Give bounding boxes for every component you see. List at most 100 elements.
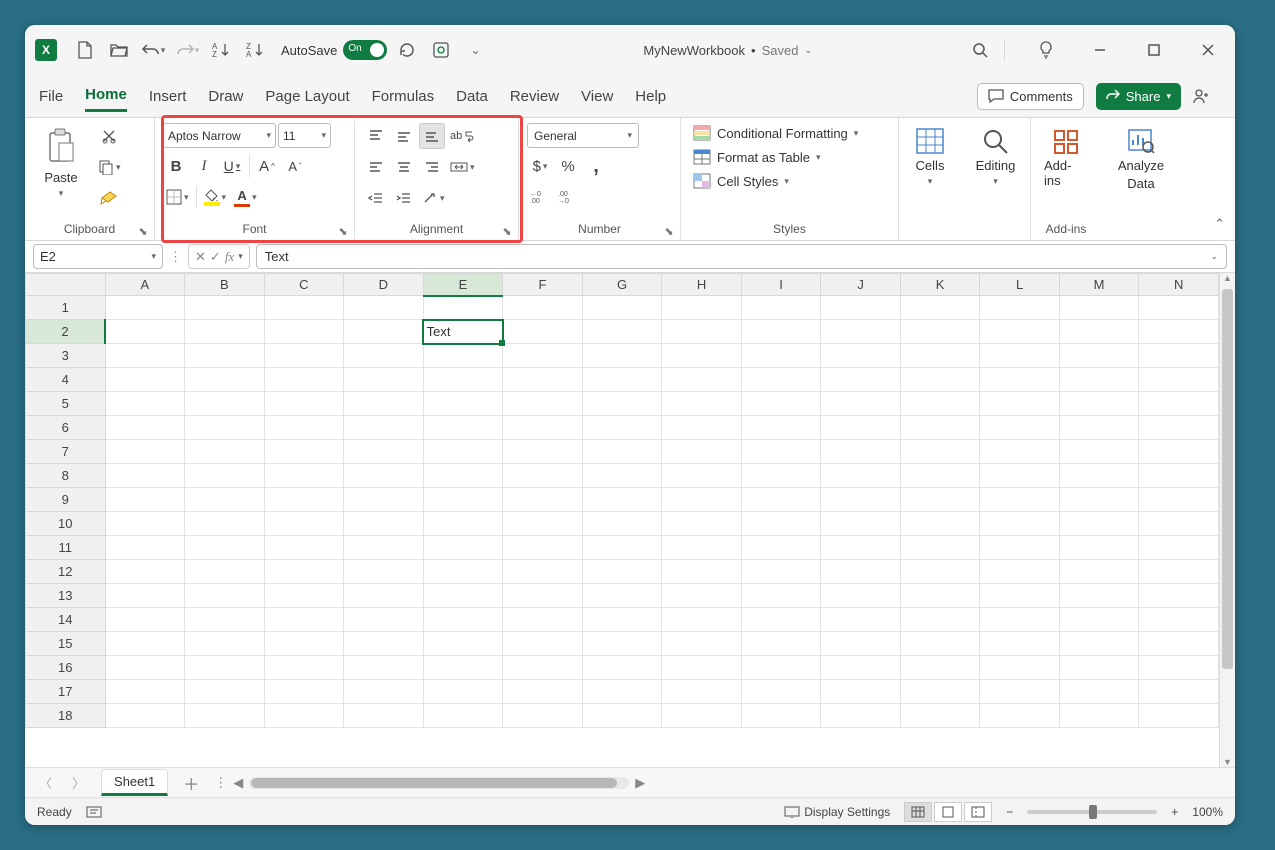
cell[interactable]: [662, 584, 742, 608]
cell[interactable]: [1059, 656, 1139, 680]
copy-icon[interactable]: ▾: [95, 154, 124, 180]
cell[interactable]: [741, 344, 821, 368]
cell[interactable]: [503, 440, 583, 464]
cell[interactable]: [503, 416, 583, 440]
cell[interactable]: [900, 704, 980, 728]
cell[interactable]: [344, 296, 424, 320]
cell[interactable]: [264, 704, 344, 728]
sort-desc-icon[interactable]: ZA: [241, 36, 269, 64]
zoom-out-icon[interactable]: −: [1006, 805, 1013, 819]
cell[interactable]: [821, 488, 901, 512]
cell[interactable]: [1139, 368, 1219, 392]
cell[interactable]: [185, 536, 265, 560]
add-sheet-icon[interactable]: ＋: [180, 772, 202, 794]
accept-formula-icon[interactable]: ✓: [210, 249, 221, 265]
cell[interactable]: [821, 392, 901, 416]
cell[interactable]: [105, 680, 185, 704]
zoom-level[interactable]: 100%: [1192, 805, 1223, 819]
align-middle-icon[interactable]: [391, 123, 417, 149]
italic-button[interactable]: I: [191, 153, 217, 179]
cell[interactable]: [1139, 488, 1219, 512]
cell[interactable]: [185, 512, 265, 536]
cell[interactable]: [1139, 440, 1219, 464]
cell[interactable]: [741, 608, 821, 632]
cell[interactable]: [264, 440, 344, 464]
cell[interactable]: [264, 344, 344, 368]
sheet-nav-next-icon[interactable]: 〉: [68, 771, 89, 794]
tab-formulas[interactable]: Formulas: [372, 82, 435, 111]
cell[interactable]: [344, 344, 424, 368]
font-size-select[interactable]: 11▾: [278, 123, 331, 148]
cell[interactable]: [1059, 608, 1139, 632]
cell[interactable]: [423, 296, 503, 320]
cell[interactable]: [1059, 464, 1139, 488]
cell[interactable]: [185, 560, 265, 584]
cell[interactable]: [582, 656, 662, 680]
refresh-icon[interactable]: [393, 36, 421, 64]
cell[interactable]: [503, 344, 583, 368]
cell[interactable]: [423, 440, 503, 464]
tab-help[interactable]: Help: [635, 82, 666, 111]
share-button[interactable]: Share ▾: [1096, 83, 1181, 110]
cell[interactable]: [264, 464, 344, 488]
title-dropdown-icon[interactable]: ⌄: [804, 45, 812, 56]
cell[interactable]: [1139, 416, 1219, 440]
cell[interactable]: [662, 368, 742, 392]
tab-file[interactable]: File: [39, 82, 63, 111]
clipboard-launcher-icon[interactable]: ⬊: [136, 224, 150, 238]
cell[interactable]: [821, 344, 901, 368]
cell[interactable]: [1139, 344, 1219, 368]
cell[interactable]: [1139, 464, 1219, 488]
cell[interactable]: [900, 584, 980, 608]
cell[interactable]: [900, 320, 980, 344]
cell[interactable]: [582, 680, 662, 704]
cell[interactable]: [662, 656, 742, 680]
cell[interactable]: [105, 608, 185, 632]
cell[interactable]: [821, 680, 901, 704]
cell[interactable]: [582, 512, 662, 536]
cell[interactable]: [900, 416, 980, 440]
cell[interactable]: [503, 488, 583, 512]
cell[interactable]: [741, 440, 821, 464]
cell[interactable]: [344, 584, 424, 608]
cell[interactable]: [980, 416, 1060, 440]
cell[interactable]: [980, 656, 1060, 680]
cell[interactable]: [1059, 704, 1139, 728]
cell[interactable]: [344, 416, 424, 440]
cell[interactable]: [185, 704, 265, 728]
spreadsheet-grid[interactable]: ABCDEFGHIJKLMN 12Text3456789101112131415…: [25, 273, 1219, 728]
cell[interactable]: [1059, 680, 1139, 704]
cell[interactable]: [1139, 512, 1219, 536]
cell[interactable]: [105, 536, 185, 560]
row-header[interactable]: 15: [26, 632, 106, 656]
font-color-icon[interactable]: A▾: [231, 184, 260, 210]
cell[interactable]: [1059, 560, 1139, 584]
cell[interactable]: [741, 680, 821, 704]
cell[interactable]: [105, 704, 185, 728]
orientation-icon[interactable]: ▾: [419, 185, 448, 211]
cell[interactable]: [423, 488, 503, 512]
column-header[interactable]: J: [821, 274, 901, 296]
increase-indent-icon[interactable]: [391, 185, 417, 211]
cell[interactable]: [185, 440, 265, 464]
align-right-icon[interactable]: [419, 154, 445, 180]
tab-page-layout[interactable]: Page Layout: [265, 82, 349, 111]
cell[interactable]: [185, 368, 265, 392]
cell[interactable]: [423, 560, 503, 584]
cell[interactable]: [1139, 656, 1219, 680]
cell[interactable]: [980, 368, 1060, 392]
cell[interactable]: [1139, 560, 1219, 584]
cell[interactable]: [185, 296, 265, 320]
cell[interactable]: [1059, 392, 1139, 416]
cell[interactable]: [344, 608, 424, 632]
cell[interactable]: [423, 536, 503, 560]
cell[interactable]: [264, 536, 344, 560]
cell[interactable]: [423, 680, 503, 704]
column-header[interactable]: M: [1059, 274, 1139, 296]
column-header[interactable]: L: [980, 274, 1060, 296]
bold-button[interactable]: B: [163, 153, 189, 179]
row-header[interactable]: 14: [26, 608, 106, 632]
cell[interactable]: [821, 704, 901, 728]
cell[interactable]: [1059, 344, 1139, 368]
align-center-icon[interactable]: [391, 154, 417, 180]
